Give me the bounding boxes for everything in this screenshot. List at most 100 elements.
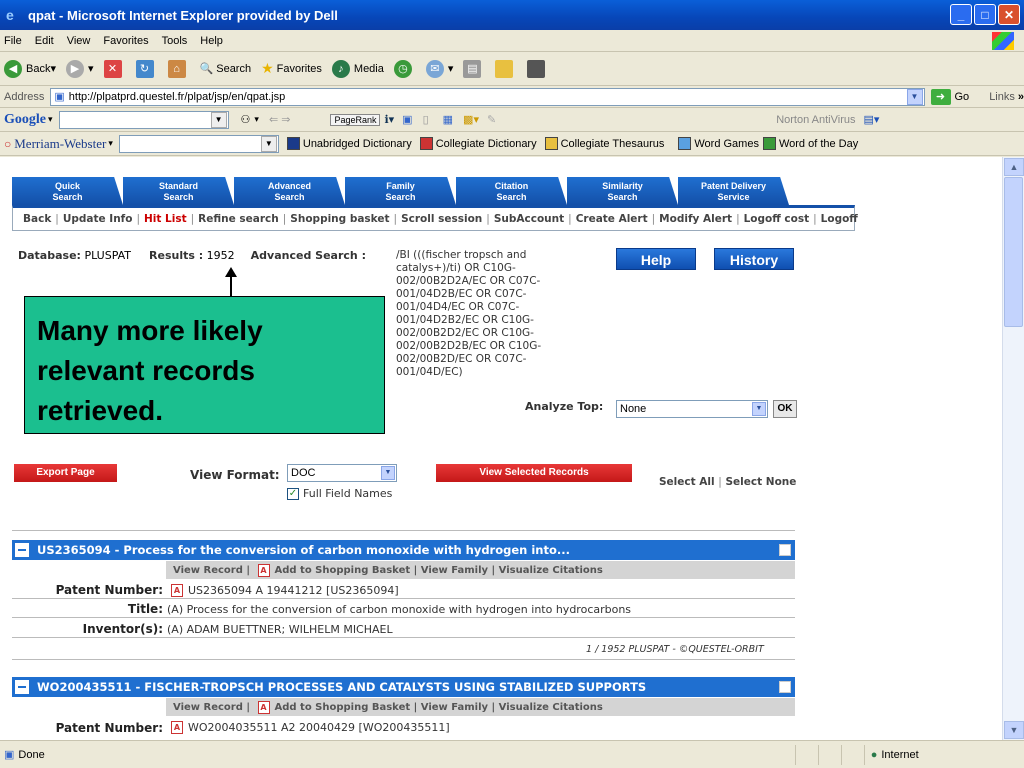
menu-view[interactable]: View — [67, 35, 91, 47]
select-none-link[interactable]: Select None — [726, 476, 797, 488]
nav-hit-list[interactable]: Hit List — [144, 213, 187, 225]
messenger-button[interactable] — [527, 59, 549, 78]
mw-search-input[interactable]: ▼ — [118, 134, 279, 153]
home-button[interactable]: ⌂ — [167, 59, 190, 78]
norton-icon[interactable]: ▤▾ — [863, 113, 879, 126]
collegiate-dictionary-button[interactable]: Collegiate Dictionary — [419, 137, 537, 150]
nav-update-info[interactable]: Update Info — [63, 213, 133, 225]
stop-button[interactable]: ✕ — [103, 59, 126, 78]
folder-button[interactable] — [495, 59, 517, 78]
back-history-icon[interactable]: ⇐ ⇒ — [269, 113, 291, 126]
record-checkbox[interactable] — [779, 544, 791, 556]
scroll-thumb[interactable] — [1004, 177, 1023, 327]
mw-label[interactable]: Merriam-Webster — [14, 136, 106, 152]
binoculars-icon[interactable]: ⚇ — [241, 113, 251, 126]
highlight-icon[interactable]: ▦ — [443, 113, 453, 126]
chevron-down-icon[interactable]: ▼ — [381, 466, 395, 480]
mw-dropdown-icon[interactable]: ▼ — [260, 135, 277, 152]
nav-shopping-basket[interactable]: Shopping basket — [290, 213, 389, 225]
collegiate-thesaurus-button[interactable]: Collegiate Thesaurus — [544, 137, 664, 150]
view-format-select[interactable]: DOC ▼ — [287, 464, 397, 482]
scroll-down-icon[interactable]: ▼ — [1004, 721, 1024, 739]
chevron-down-icon[interactable]: ▾ — [254, 114, 259, 125]
maximize-button[interactable]: □ — [974, 4, 996, 25]
favorites-button[interactable]: ★ Favorites — [261, 60, 322, 77]
pdf-icon[interactable]: A — [171, 721, 183, 734]
mail-button[interactable]: ✉ ▾ — [425, 59, 453, 78]
word-games-button[interactable]: Word Games — [678, 137, 759, 150]
full-field-names-checkbox[interactable]: ✓ Full Field Names — [287, 487, 392, 500]
norton-label[interactable]: Norton AntiVirus — [776, 114, 855, 126]
pdf-icon[interactable]: A — [171, 583, 183, 597]
history-toolbar-button[interactable]: ◷ — [393, 59, 416, 78]
tab-quick-search[interactable]: Quick Search — [12, 177, 123, 205]
menu-file[interactable]: File — [4, 35, 22, 47]
nav-create-alert[interactable]: Create Alert — [576, 213, 648, 225]
minimize-button[interactable]: _ — [950, 4, 972, 25]
view-selected-records-button[interactable]: View Selected Records — [436, 464, 632, 482]
scroll-up-icon[interactable]: ▲ — [1004, 158, 1024, 176]
nav-modify-alert[interactable]: Modify Alert — [659, 213, 732, 225]
tab-citation-search[interactable]: Citation Search — [456, 177, 567, 205]
window-icon[interactable]: ▣ — [402, 113, 412, 126]
nav-logoff-cost[interactable]: Logoff cost — [744, 213, 810, 225]
info-icon[interactable]: ℹ▾ — [384, 113, 394, 126]
visualize-citations-link[interactable]: Visualize Citations — [499, 565, 603, 576]
add-to-basket-link[interactable]: Add to Shopping Basket — [275, 565, 411, 576]
analyze-top-select[interactable]: None ▼ — [616, 400, 768, 418]
export-page-button[interactable]: Export Page — [14, 464, 117, 482]
search-button[interactable]: 🔍 Search — [200, 62, 252, 76]
refresh-button[interactable]: ↻ — [135, 59, 158, 78]
add-to-basket-link[interactable]: Add to Shopping Basket — [275, 702, 411, 713]
nav-refine-search[interactable]: Refine search — [198, 213, 279, 225]
back-button[interactable]: ◀ Back ▾ — [4, 59, 56, 78]
tab-similarity-search[interactable]: Similarity Search — [567, 177, 678, 205]
tab-family-search[interactable]: Family Search — [345, 177, 456, 205]
menu-tools[interactable]: Tools — [162, 35, 188, 47]
go-button[interactable]: ➜ Go — [930, 88, 969, 105]
chevron-down-icon[interactable]: ▾ — [48, 114, 53, 125]
view-family-link[interactable]: View Family — [421, 702, 488, 713]
google-logo[interactable]: Google — [4, 112, 46, 128]
view-record-link[interactable]: View Record — [173, 565, 243, 576]
view-family-link[interactable]: View Family — [421, 565, 488, 576]
chevron-down-icon[interactable]: ▾ — [108, 138, 113, 149]
visualize-citations-link[interactable]: Visualize Citations — [499, 702, 603, 713]
help-button[interactable]: Help — [616, 248, 696, 270]
chevron-right-icon[interactable]: » — [1018, 91, 1024, 103]
nav-subaccount[interactable]: SubAccount — [494, 213, 564, 225]
pencil-icon[interactable]: ✎ — [487, 113, 496, 126]
menu-edit[interactable]: Edit — [35, 35, 54, 47]
folder-up-icon[interactable]: ▩▾ — [463, 113, 479, 126]
view-record-link[interactable]: View Record — [173, 702, 243, 713]
menu-favorites[interactable]: Favorites — [103, 35, 148, 47]
record-checkbox[interactable] — [779, 681, 791, 693]
collapse-icon[interactable] — [15, 543, 29, 557]
tab-standard-search[interactable]: Standard Search — [123, 177, 234, 205]
close-button[interactable]: ✕ — [998, 4, 1020, 25]
collapse-icon[interactable] — [15, 680, 29, 694]
tab-patent-delivery[interactable]: Patent Delivery Service — [678, 177, 789, 205]
tab-advanced-search[interactable]: Advanced Search — [234, 177, 345, 205]
record-title[interactable]: WO200435511 - FISCHER-TROPSCH PROCESSES … — [37, 680, 646, 694]
nav-scroll-session[interactable]: Scroll session — [401, 213, 482, 225]
ok-button[interactable]: OK — [773, 400, 797, 418]
page-icon[interactable]: ▯ — [423, 113, 429, 126]
unabridged-dictionary-button[interactable]: Unabridged Dictionary — [286, 137, 412, 150]
history-button[interactable]: History — [714, 248, 794, 270]
media-button[interactable]: ♪ Media — [331, 59, 384, 78]
word-of-the-day-button[interactable]: Word of the Day — [762, 137, 858, 150]
menu-help[interactable]: Help — [200, 35, 223, 47]
print-button[interactable]: ▤ — [463, 59, 485, 78]
nav-back[interactable]: Back — [23, 213, 51, 225]
address-dropdown-icon[interactable]: ▼ — [906, 88, 923, 105]
google-dropdown-icon[interactable]: ▼ — [210, 111, 227, 128]
vertical-scrollbar[interactable]: ▲ ▼ — [1002, 157, 1024, 740]
nav-logoff[interactable]: Logoff — [821, 213, 858, 225]
google-search-input[interactable]: ▼ — [58, 110, 229, 129]
select-all-link[interactable]: Select All — [659, 476, 715, 488]
chevron-down-icon[interactable]: ▼ — [752, 402, 766, 416]
forward-button[interactable]: ▶ ▾ — [66, 59, 94, 78]
links-button[interactable]: Links — [989, 91, 1015, 103]
record-title[interactable]: US2365094 - Process for the conversion o… — [37, 543, 570, 557]
